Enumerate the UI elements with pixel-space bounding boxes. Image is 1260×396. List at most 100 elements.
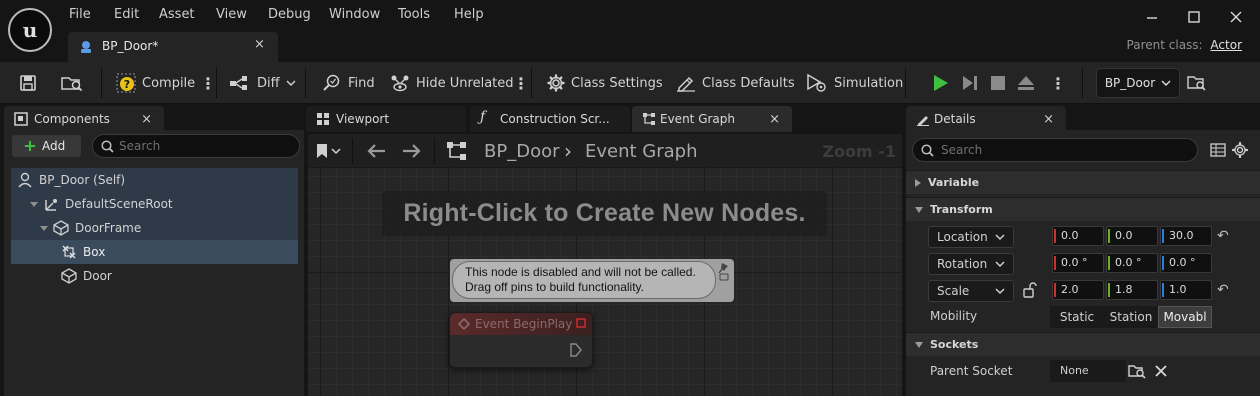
rotation-z-field[interactable]: 0.0 °	[1160, 253, 1212, 273]
close-details-icon[interactable]: ×	[1043, 112, 1054, 127]
save-icon[interactable]	[19, 62, 37, 104]
settings-gear-icon[interactable]	[1232, 142, 1248, 158]
scale-mode-dropdown[interactable]: Scale	[928, 280, 1014, 302]
event-graph-canvas[interactable]: BP_Door › Event Graph Zoom -1 Right-Clic…	[308, 134, 902, 396]
details-search-input[interactable]: Search	[912, 138, 1198, 162]
rotation-y-field[interactable]: 0.0 °	[1106, 253, 1158, 273]
tab-construction-script[interactable]: ƒ Construction Scr...	[470, 106, 630, 132]
location-x-field[interactable]: 0.0	[1052, 226, 1104, 246]
parent-class-link[interactable]: Actor	[1210, 38, 1242, 52]
plus-icon	[25, 141, 35, 151]
tab-event-graph[interactable]: Event Graph ×	[632, 106, 792, 132]
step-button[interactable]	[961, 62, 979, 104]
tree-item-box[interactable]: Box	[11, 240, 298, 264]
document-tab-bp-door[interactable]: BP_Door* ×	[68, 32, 278, 62]
pin-icon[interactable]	[718, 262, 730, 282]
maximize-icon[interactable]	[1187, 10, 1201, 24]
add-component-button[interactable]: Add	[12, 135, 81, 157]
tree-item-label: Box	[83, 245, 106, 259]
simulation-button[interactable]: Simulation	[806, 62, 903, 104]
unreal-logo-icon[interactable]: u	[8, 8, 52, 52]
menu-window[interactable]: Window	[329, 7, 380, 22]
bookmark-icon[interactable]	[316, 143, 342, 159]
mobility-movable-option[interactable]: Movabl	[1158, 306, 1212, 328]
section-sockets-label: Sockets	[930, 338, 979, 351]
scale-x-field[interactable]: 2.0	[1052, 280, 1104, 300]
play-options-icon[interactable]: ⋮	[1050, 62, 1066, 104]
menu-edit[interactable]: Edit	[114, 7, 139, 22]
browse-socket-icon[interactable]	[1128, 363, 1146, 379]
breadcrumb-blueprint[interactable]: BP_Door	[484, 141, 560, 162]
class-settings-button[interactable]: Class Settings	[547, 62, 663, 104]
rotation-x-field[interactable]: 0.0 °	[1052, 253, 1104, 273]
node-comment-bubble[interactable]: This node is disabled and will not be ca…	[450, 259, 734, 302]
table-view-icon[interactable]	[1210, 143, 1226, 157]
class-defaults-button[interactable]: Class Defaults	[676, 62, 795, 104]
simulation-icon	[807, 73, 826, 92]
reset-scale-icon[interactable]: ↶	[1217, 282, 1229, 298]
menu-view[interactable]: View	[216, 7, 247, 22]
close-components-icon[interactable]: ×	[141, 112, 152, 127]
menu-help[interactable]: Help	[454, 7, 484, 22]
close-window-icon[interactable]	[1229, 10, 1243, 24]
toolbar-separator	[905, 68, 906, 98]
back-arrow-icon[interactable]	[366, 143, 386, 159]
chevron-down-icon	[286, 80, 296, 87]
graph-hint-banner: Right-Click to Create New Nodes.	[382, 191, 827, 236]
search-icon	[921, 144, 934, 157]
mobility-static-option[interactable]: Static	[1050, 306, 1104, 328]
minimize-icon[interactable]	[1145, 10, 1159, 24]
section-sockets[interactable]: Sockets	[906, 332, 1260, 356]
hide-unrelated-label: Hide Unrelated	[416, 75, 514, 91]
location-mode-dropdown[interactable]: Location	[928, 226, 1014, 248]
mobility-stationary-option[interactable]: Station	[1104, 306, 1158, 328]
details-pencil-icon	[916, 112, 930, 126]
close-event-graph-icon[interactable]: ×	[769, 112, 780, 127]
stop-button[interactable]	[990, 62, 1006, 104]
document-tab-label: BP_Door*	[102, 39, 159, 53]
reset-location-icon[interactable]: ↶	[1217, 228, 1229, 244]
tree-item-door[interactable]: Door	[11, 264, 298, 288]
forward-arrow-icon[interactable]	[402, 143, 422, 159]
clear-socket-icon[interactable]	[1154, 364, 1168, 378]
menu-asset[interactable]: Asset	[159, 7, 195, 22]
event-delegate-pin-icon[interactable]	[576, 318, 586, 328]
eject-button[interactable]	[1017, 62, 1035, 104]
scale-y-field[interactable]: 1.8	[1106, 280, 1158, 300]
menu-file[interactable]: File	[69, 7, 91, 22]
tab-viewport[interactable]: Viewport	[306, 106, 466, 132]
tree-item-bp-door-self[interactable]: BP_Door (Self)	[11, 168, 298, 192]
tab-components[interactable]: Components ×	[4, 106, 164, 132]
tab-details[interactable]: Details ×	[906, 106, 1066, 132]
class-settings-label: Class Settings	[571, 75, 663, 91]
lock-ratio-icon[interactable]	[1022, 282, 1038, 298]
find-button[interactable]: Find	[322, 62, 375, 104]
browse-debug-object-icon[interactable]	[1187, 62, 1207, 104]
location-y-field[interactable]: 0.0	[1106, 226, 1158, 246]
hide-unrelated-options-icon[interactable]: ⋮	[513, 62, 529, 104]
location-z-field[interactable]: 30.0	[1160, 226, 1212, 246]
components-search-input[interactable]: Search	[92, 134, 300, 158]
section-transform[interactable]: Transform	[906, 197, 1260, 221]
browse-asset-icon[interactable]	[61, 62, 83, 104]
compile-options-icon[interactable]: ⋮	[200, 62, 216, 104]
eject-icon	[1018, 76, 1034, 90]
hide-unrelated-button[interactable]: Hide Unrelated	[390, 62, 514, 104]
tree-item-door-frame[interactable]: DoorFrame	[11, 216, 298, 240]
document-tab-close-icon[interactable]: ×	[254, 37, 265, 52]
menu-tools[interactable]: Tools	[398, 7, 430, 22]
section-variable[interactable]: Variable	[906, 170, 1260, 194]
exec-output-pin-icon[interactable]	[570, 343, 582, 357]
breadcrumb-event-graph[interactable]: Event Graph	[585, 141, 698, 162]
node-comment-text: This node is disabled and will not be ca…	[452, 261, 716, 299]
scale-z-field[interactable]: 1.0	[1160, 280, 1212, 300]
debug-object-dropdown[interactable]: BP_Door	[1096, 68, 1180, 98]
menu-debug[interactable]: Debug	[268, 7, 311, 22]
parent-socket-field[interactable]: None	[1050, 360, 1126, 382]
tree-item-default-scene-root[interactable]: DefaultSceneRoot	[11, 192, 298, 216]
compile-button[interactable]: ? Compile	[116, 62, 195, 104]
event-beginplay-node[interactable]: Event BeginPlay	[449, 312, 593, 368]
diff-button[interactable]: Diff	[229, 62, 296, 104]
play-button[interactable]	[931, 62, 949, 104]
rotation-mode-dropdown[interactable]: Rotation	[928, 253, 1014, 275]
